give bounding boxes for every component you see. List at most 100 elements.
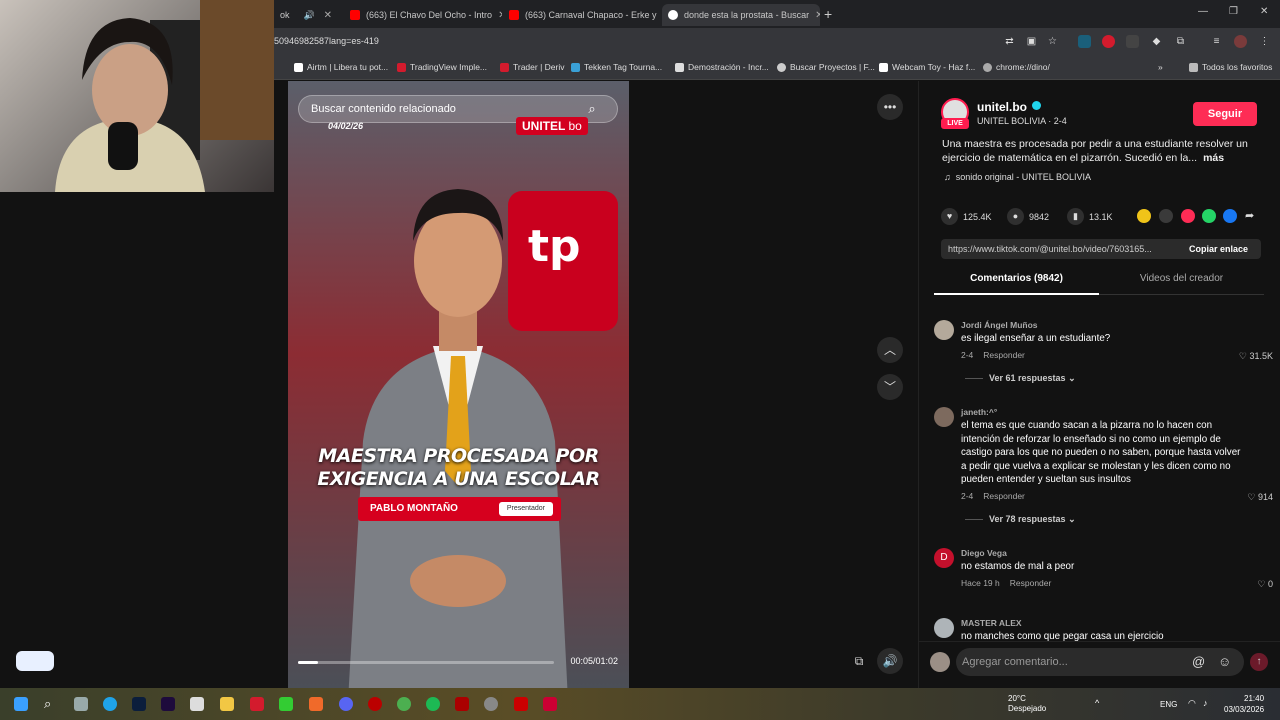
- like-button[interactable]: ♥ 125.4K: [941, 208, 992, 225]
- taskbar-app-icon[interactable]: [455, 697, 469, 711]
- view-replies-button[interactable]: Ver 61 respuestas ⌄: [965, 373, 1076, 384]
- file-explorer-icon[interactable]: [220, 697, 234, 711]
- discord-icon[interactable]: [339, 697, 353, 711]
- volume-icon[interactable]: 🔊: [877, 648, 903, 674]
- previous-video-icon[interactable]: ︿: [877, 337, 903, 363]
- extension-icon[interactable]: ◆: [1150, 35, 1163, 48]
- avatar[interactable]: D: [934, 548, 954, 568]
- windows-start-icon[interactable]: [14, 697, 28, 711]
- new-tab-button[interactable]: +: [824, 6, 832, 22]
- brave-icon[interactable]: [309, 697, 323, 711]
- follow-button[interactable]: Seguir: [1193, 102, 1257, 126]
- comment-like-button[interactable]: ♡ 0: [1257, 579, 1273, 590]
- comment-like-button[interactable]: ♡ 31.5K: [1239, 351, 1273, 362]
- bookmark[interactable]: Demostración - Incr...: [675, 62, 769, 72]
- browser-tab[interactable]: (663) Carnaval Chapaco - Erke y ✕: [503, 4, 661, 26]
- extension-icon[interactable]: [1078, 35, 1091, 48]
- bookmark[interactable]: Buscar Proyectos | F...: [777, 62, 875, 72]
- comment-author[interactable]: janeth:^°: [961, 407, 997, 417]
- taskbar-app-icon[interactable]: [368, 697, 382, 711]
- browser-tab[interactable]: (663) El Chavo Del Ocho - Intro ✕: [344, 4, 502, 26]
- facebook-icon[interactable]: [1223, 209, 1237, 223]
- premiere-icon[interactable]: [161, 697, 175, 711]
- bookmark[interactable]: Webcam Toy - Haz f...: [879, 62, 975, 72]
- wifi-icon[interactable]: ◠: [1188, 698, 1196, 709]
- sound-link[interactable]: ♫ sonido original - UNITEL BOLIVIA: [944, 172, 1091, 182]
- profile-avatar[interactable]: [1234, 35, 1247, 48]
- next-video-icon[interactable]: ﹀: [877, 374, 903, 400]
- view-replies-button[interactable]: Ver 78 respuestas ⌄: [965, 514, 1076, 525]
- maximize-button[interactable]: ❐: [1229, 6, 1238, 17]
- video-player[interactable]: tp Buscar contenido relacionado ⌕ 04/02/…: [288, 81, 629, 688]
- comment-like-button[interactable]: ♡ 914: [1247, 492, 1273, 503]
- taskbar-app-icon[interactable]: [279, 697, 293, 711]
- photoshop-icon[interactable]: [132, 697, 146, 711]
- comment-author[interactable]: Diego Vega: [961, 548, 1007, 558]
- address-bar[interactable]: 50946982587lang=es-419: [274, 36, 379, 46]
- mention-icon[interactable]: @: [1192, 648, 1205, 676]
- browser-tab-active[interactable]: donde esta la prostata - Buscar ✕: [662, 4, 820, 26]
- picture-in-picture-icon[interactable]: ⧉: [846, 648, 872, 674]
- chrome-icon[interactable]: [397, 697, 411, 711]
- comment-button[interactable]: ● 9842: [1007, 208, 1049, 225]
- taskbar-app-icon[interactable]: [514, 697, 528, 711]
- bookmark[interactable]: Tekken Tag Tourna...: [571, 62, 662, 72]
- bookmark[interactable]: Trader | Deriv: [500, 62, 565, 72]
- save-button[interactable]: ▮ 13.1K: [1067, 208, 1113, 225]
- taskbar-app-icon[interactable]: [190, 697, 204, 711]
- creator-username[interactable]: unitel.bo: [977, 100, 1027, 114]
- reply-button[interactable]: Responder: [983, 491, 1025, 501]
- send-comment-button[interactable]: ↑: [1250, 653, 1268, 671]
- more-link[interactable]: más: [1203, 152, 1224, 164]
- bookmark[interactable]: chrome://dino/: [983, 62, 1050, 72]
- repost-icon[interactable]: [1181, 209, 1195, 223]
- reading-list-icon[interactable]: ≡: [1210, 35, 1223, 48]
- browser-menu-icon[interactable]: ⋮: [1258, 35, 1271, 48]
- copy-link-button[interactable]: Copiar enlace: [1189, 244, 1248, 254]
- all-favorites-folder[interactable]: Todos los favoritos: [1189, 62, 1272, 72]
- video-progress-bar[interactable]: [298, 661, 554, 664]
- browser-tab[interactable]: ok 🔊 ✕: [274, 4, 338, 26]
- emoji-icon[interactable]: ☺: [1218, 648, 1231, 676]
- tab-comments[interactable]: Comentarios (9842): [934, 273, 1099, 295]
- close-tab-icon[interactable]: ✕: [815, 10, 820, 21]
- language-indicator[interactable]: ENG: [1160, 700, 1177, 709]
- taskbar-app-icon[interactable]: [74, 697, 88, 711]
- reply-button[interactable]: Responder: [1010, 578, 1052, 588]
- bookmark[interactable]: TradingView Imple...: [397, 62, 487, 72]
- close-tab-icon[interactable]: ✕: [324, 10, 332, 21]
- avatar[interactable]: [934, 320, 954, 340]
- search-icon[interactable]: ⌕: [44, 697, 58, 711]
- taskbar-app-icon[interactable]: [484, 697, 498, 711]
- weather-widget[interactable]: 20°C Despejado: [1008, 694, 1046, 714]
- coin-icon[interactable]: [1137, 209, 1151, 223]
- more-bookmarks-icon[interactable]: »: [1158, 62, 1163, 72]
- spotify-icon[interactable]: [426, 697, 440, 711]
- close-tab-icon[interactable]: ✕: [498, 10, 502, 21]
- tray-chevron-icon[interactable]: ^: [1095, 698, 1099, 708]
- share-arrow-icon[interactable]: ➦: [1245, 209, 1259, 223]
- system-clock[interactable]: 21:40 03/03/2026: [1224, 693, 1264, 715]
- share-link-url[interactable]: https://www.tiktok.com/@unitel.bo/video/…: [948, 244, 1152, 254]
- extension-bubble[interactable]: [16, 651, 54, 671]
- bookmark-star-icon[interactable]: ☆: [1046, 35, 1059, 48]
- reply-button[interactable]: Responder: [983, 350, 1025, 360]
- extension-icon[interactable]: [1126, 35, 1139, 48]
- minimize-button[interactable]: —: [1198, 6, 1208, 17]
- avatar[interactable]: [934, 618, 954, 638]
- volume-tray-icon[interactable]: ♪: [1203, 698, 1208, 708]
- comment-input[interactable]: Agregar comentario... @ ☺: [956, 648, 1244, 676]
- embed-icon[interactable]: [1159, 209, 1173, 223]
- screenshot-icon[interactable]: ▣: [1025, 35, 1038, 48]
- deriv-icon[interactable]: [250, 697, 264, 711]
- tab-creator-videos[interactable]: Videos del creador: [1099, 273, 1264, 295]
- bookmark[interactable]: Airtm | Libera tu pot...: [294, 62, 388, 72]
- edge-icon[interactable]: [103, 697, 117, 711]
- comment-author[interactable]: Jordi Ángel Muños: [961, 320, 1038, 330]
- whatsapp-icon[interactable]: [1202, 209, 1216, 223]
- translate-icon[interactable]: ⇄: [1003, 35, 1016, 48]
- extensions-puzzle-icon[interactable]: ⧉: [1174, 35, 1187, 48]
- extension-icon[interactable]: [1102, 35, 1115, 48]
- comment-author[interactable]: MASTER ALEX: [961, 618, 1022, 628]
- more-options-icon[interactable]: •••: [877, 94, 903, 120]
